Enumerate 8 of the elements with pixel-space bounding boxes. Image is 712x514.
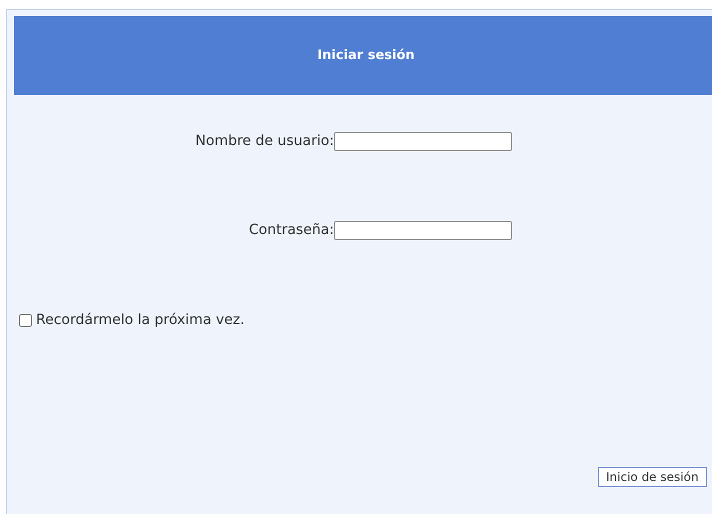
remember-checkbox[interactable] [19,314,32,327]
login-button[interactable]: Inicio de sesión [598,467,707,487]
header-title: Iniciar sesión [317,46,415,65]
input-field[interactable] [334,220,512,240]
remember-label: Recordármelo la próxima vez. [36,311,245,330]
field-label: Nombre de usuario: [195,132,334,150]
field-label: Contraseña: [248,220,334,240]
input-field[interactable] [334,132,512,150]
